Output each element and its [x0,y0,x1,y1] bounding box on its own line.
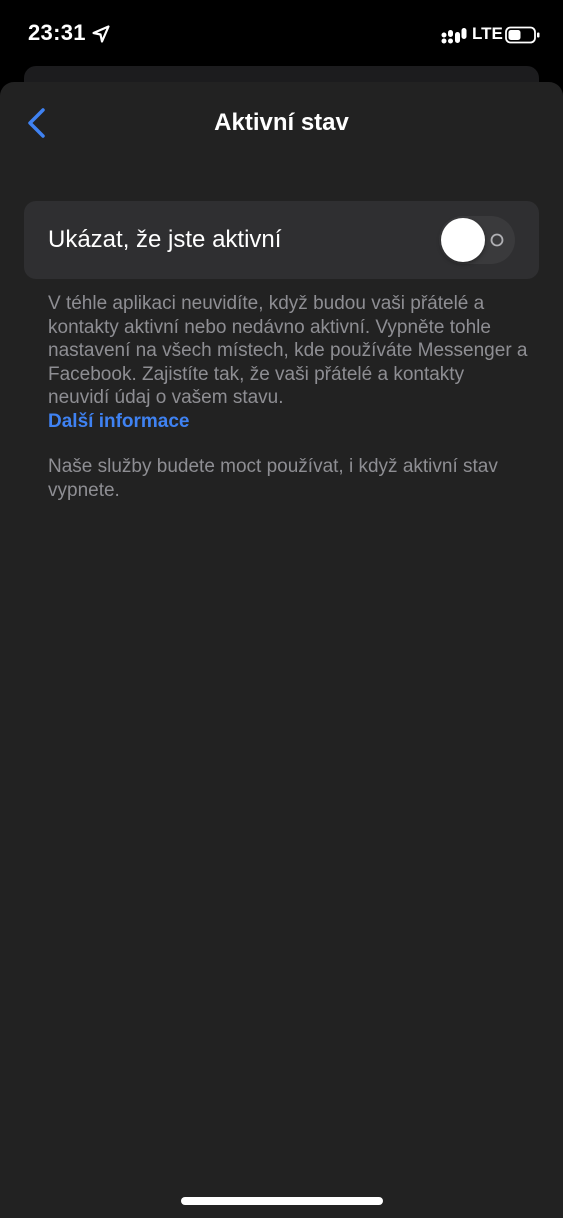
setting-label: Ukázat, že jste aktivní [48,226,282,253]
more-info-link[interactable]: Další informace [48,410,528,434]
active-status-toggle[interactable] [439,216,515,264]
toggle-off-circle-icon [490,233,504,247]
active-status-setting-row: Ukázat, že jste aktivní [24,201,539,279]
home-indicator [181,1197,383,1205]
description-text: V téhle aplikaci neuvidíte, když budou v… [48,293,528,408]
page-title: Aktivní stav [214,109,349,136]
status-bar: 23:31 LTE [0,0,563,66]
location-arrow-icon [92,25,110,43]
settings-sheet: Aktivní stav Ukázat, že jste aktivní V t… [0,82,563,1218]
back-button[interactable] [22,106,54,140]
toggle-knob [441,218,485,262]
nav-bar: Aktivní stav [0,82,563,166]
setting-description: V téhle aplikaci neuvidíte, když budou v… [48,292,528,433]
status-time: 23:31 [28,20,86,45]
setting-note: Naše služby budete moct používat, i když… [48,456,498,501]
screen: 23:31 LTE Aktivní stav Ukázat, že jste a… [0,0,563,1218]
battery-icon [505,26,540,44]
signal-icon [441,28,467,44]
network-type-label: LTE [472,24,503,43]
chevron-left-icon [28,108,45,138]
